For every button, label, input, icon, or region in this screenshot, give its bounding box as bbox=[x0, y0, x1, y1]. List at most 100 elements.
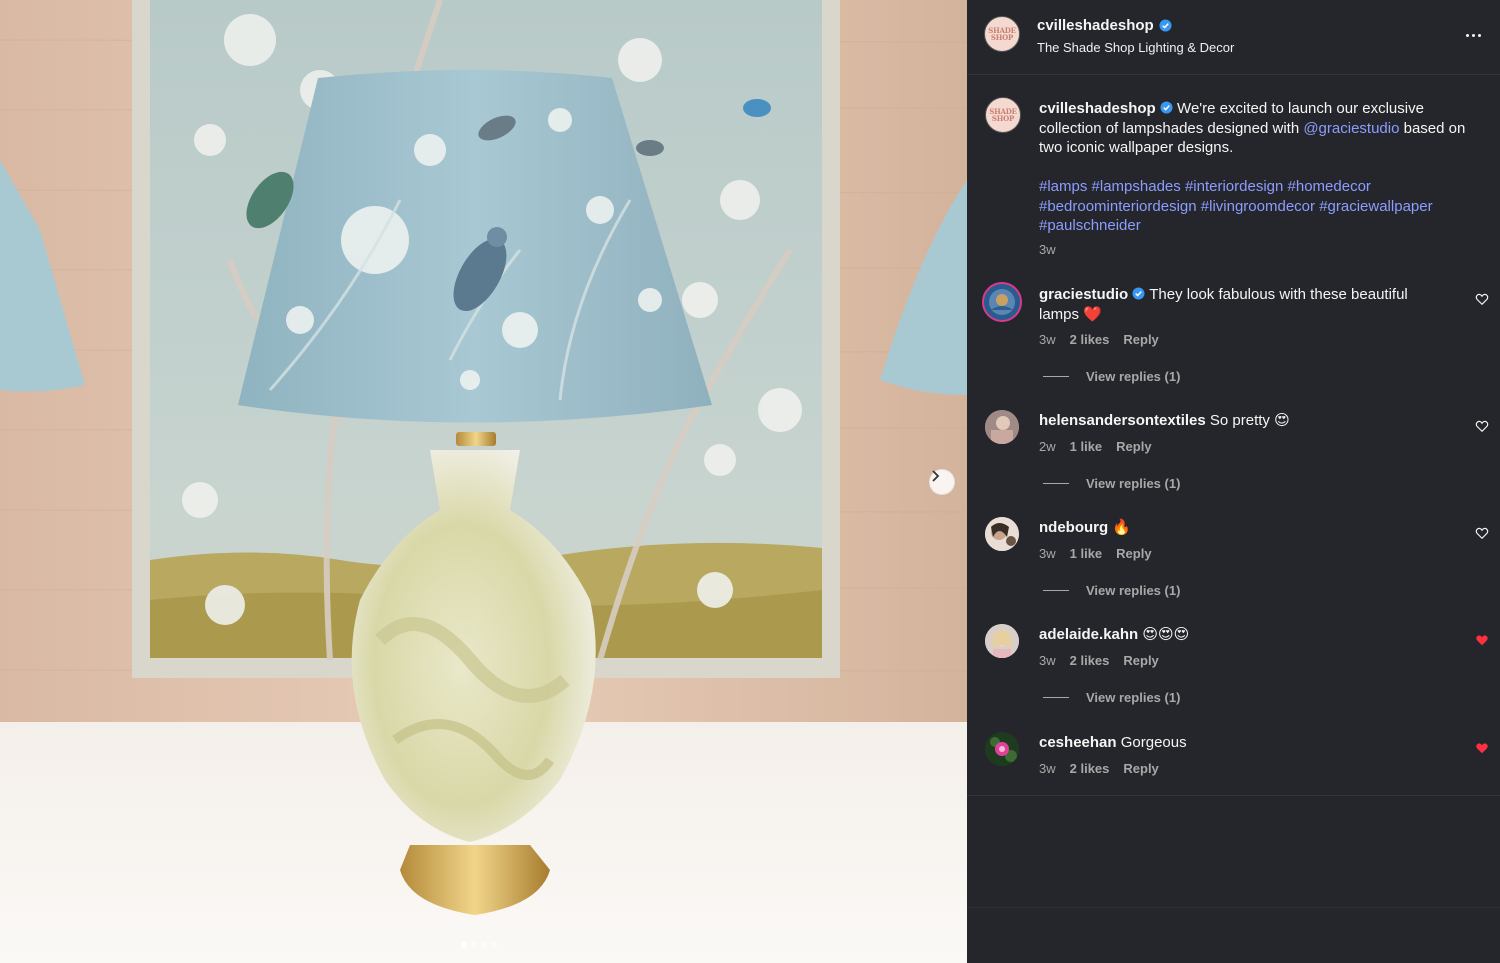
comment-meta: 3w 2 likes Reply bbox=[1039, 332, 1159, 347]
comments-divider bbox=[967, 795, 1500, 796]
dot-icon bbox=[1471, 33, 1475, 37]
caption-timestamp[interactable]: 3w bbox=[1039, 242, 1056, 257]
actions-divider bbox=[967, 907, 1500, 908]
shop-logo: SHADE SHOP bbox=[989, 107, 1017, 123]
comment-text: adelaide.kahn 😍😍😍 bbox=[1039, 625, 1439, 645]
commenter-avatar[interactable] bbox=[985, 624, 1019, 658]
profile-picture bbox=[985, 732, 1019, 766]
comment-timestamp[interactable]: 3w bbox=[1039, 546, 1056, 561]
heart-filled-icon[interactable] bbox=[1475, 741, 1489, 755]
carousel-dot bbox=[491, 942, 497, 948]
hashtag-link[interactable]: #interiordesign bbox=[1185, 178, 1283, 195]
next-image-button[interactable] bbox=[929, 469, 955, 495]
view-replies-button[interactable]: View replies (1) bbox=[1043, 369, 1180, 384]
hashtag-link[interactable]: #lampshades bbox=[1092, 178, 1181, 195]
comment-likes[interactable]: 2 likes bbox=[1070, 653, 1110, 668]
shop-logo: SHADE SHOP bbox=[988, 26, 1016, 42]
reply-button[interactable]: Reply bbox=[1123, 761, 1158, 776]
profile-picture bbox=[989, 289, 1015, 315]
lamp-photo bbox=[0, 0, 967, 963]
commenter-avatar[interactable] bbox=[982, 282, 1022, 322]
reply-button[interactable]: Reply bbox=[1116, 439, 1151, 454]
post-side-panel: SHADE SHOP cvilleshadeshop The Shade Shop… bbox=[967, 0, 1500, 963]
comment-likes[interactable]: 1 like bbox=[1070, 439, 1103, 454]
caption-avatar[interactable]: SHADE SHOP bbox=[985, 97, 1021, 133]
comment-username[interactable]: cesheehan bbox=[1039, 734, 1117, 751]
verified-badge-icon bbox=[1132, 287, 1145, 300]
comment-username[interactable]: graciestudio bbox=[1039, 286, 1128, 303]
commenter-avatar[interactable] bbox=[985, 732, 1019, 766]
comment-text: cesheehan Gorgeous bbox=[1039, 733, 1439, 753]
view-replies-button[interactable]: View replies (1) bbox=[1043, 690, 1180, 705]
reply-button[interactable]: Reply bbox=[1123, 653, 1158, 668]
dot-icon bbox=[1465, 33, 1469, 37]
hashtag-link[interactable]: #paulschneider bbox=[1039, 217, 1141, 234]
commenter-avatar[interactable] bbox=[985, 517, 1019, 551]
comment-meta: 3w 1 like Reply bbox=[1039, 546, 1152, 561]
comment-timestamp[interactable]: 3w bbox=[1039, 332, 1056, 347]
reply-button[interactable]: Reply bbox=[1123, 332, 1158, 347]
profile-picture bbox=[985, 624, 1019, 658]
header-username[interactable]: cvilleshadeshop bbox=[1037, 17, 1172, 34]
comment-meta: 3w 2 likes Reply bbox=[1039, 653, 1159, 668]
view-replies-button[interactable]: View replies (1) bbox=[1043, 583, 1180, 598]
commenter-avatar[interactable] bbox=[985, 410, 1019, 444]
profile-picture bbox=[985, 410, 1019, 444]
divider-line bbox=[1043, 376, 1069, 377]
comment-username[interactable]: adelaide.kahn bbox=[1039, 626, 1138, 643]
carousel-dot bbox=[461, 942, 467, 948]
post-caption: cvilleshadeshop We're excited to launch … bbox=[1039, 99, 1489, 158]
view-replies-label: View replies (1) bbox=[1086, 690, 1181, 705]
comment-username[interactable]: helensandersontextiles bbox=[1039, 412, 1206, 429]
view-replies-label: View replies (1) bbox=[1086, 476, 1181, 491]
post-header: SHADE SHOP cvilleshadeshop The Shade Shop… bbox=[967, 0, 1500, 75]
hashtag-link[interactable]: #livingroomdecor bbox=[1201, 198, 1315, 215]
heart-filled-icon[interactable] bbox=[1475, 633, 1489, 647]
dot-icon bbox=[1477, 33, 1481, 37]
comment-text: ndebourg 🔥 bbox=[1039, 518, 1439, 538]
carousel-dot bbox=[471, 942, 477, 948]
comment-body: Gorgeous bbox=[1120, 734, 1187, 751]
carousel-dot bbox=[481, 942, 487, 948]
post-media[interactable] bbox=[0, 0, 967, 963]
shop-avatar[interactable]: SHADE SHOP bbox=[984, 16, 1020, 52]
hashtag-link[interactable]: #graciewallpaper bbox=[1319, 198, 1432, 215]
comment-body: 😍😍😍 bbox=[1142, 626, 1190, 643]
comment-body: So pretty 😍 bbox=[1209, 412, 1290, 429]
heart-outline-icon[interactable] bbox=[1475, 526, 1489, 540]
comment-timestamp[interactable]: 2w bbox=[1039, 439, 1056, 454]
reply-button[interactable]: Reply bbox=[1116, 546, 1151, 561]
comment-timestamp[interactable]: 3w bbox=[1039, 761, 1056, 776]
comment-meta: 2w 1 like Reply bbox=[1039, 439, 1152, 454]
mention-link[interactable]: @graciestudio bbox=[1303, 120, 1399, 137]
heart-outline-icon[interactable] bbox=[1475, 419, 1489, 433]
caption-username[interactable]: cvilleshadeshop bbox=[1039, 100, 1156, 117]
heart-outline-icon[interactable] bbox=[1475, 292, 1489, 306]
comment-likes[interactable]: 1 like bbox=[1070, 546, 1103, 561]
chevron-right-icon bbox=[932, 470, 940, 482]
comment-timestamp[interactable]: 3w bbox=[1039, 653, 1056, 668]
comment-meta: 3w 2 likes Reply bbox=[1039, 761, 1159, 776]
view-replies-label: View replies (1) bbox=[1086, 369, 1181, 384]
divider-line bbox=[1043, 483, 1069, 484]
hashtag-list: #lamps #lampshades #interiordesign #home… bbox=[1039, 177, 1489, 236]
comment-username[interactable]: ndebourg bbox=[1039, 519, 1108, 536]
comment-body: 🔥 bbox=[1112, 519, 1132, 536]
hashtag-link[interactable]: #bedroominteriordesign bbox=[1039, 198, 1197, 215]
divider-line bbox=[1043, 590, 1069, 591]
hashtag-link[interactable]: #lamps bbox=[1039, 178, 1087, 195]
comment-likes[interactable]: 2 likes bbox=[1070, 761, 1110, 776]
verified-badge-icon bbox=[1159, 19, 1172, 32]
divider-line bbox=[1043, 697, 1069, 698]
comment-text: graciestudio They look fabulous with the… bbox=[1039, 285, 1439, 324]
hashtag-link[interactable]: #homedecor bbox=[1288, 178, 1371, 195]
username-text[interactable]: cvilleshadeshop bbox=[1037, 17, 1154, 34]
more-options-button[interactable] bbox=[1461, 26, 1485, 44]
carousel-dots bbox=[461, 942, 497, 948]
comment-text: helensandersontextiles So pretty 😍 bbox=[1039, 411, 1439, 431]
comment-likes[interactable]: 2 likes bbox=[1070, 332, 1110, 347]
view-replies-button[interactable]: View replies (1) bbox=[1043, 476, 1180, 491]
profile-picture bbox=[985, 517, 1019, 551]
location-subtitle[interactable]: The Shade Shop Lighting & Decor bbox=[1037, 40, 1234, 55]
view-replies-label: View replies (1) bbox=[1086, 583, 1181, 598]
